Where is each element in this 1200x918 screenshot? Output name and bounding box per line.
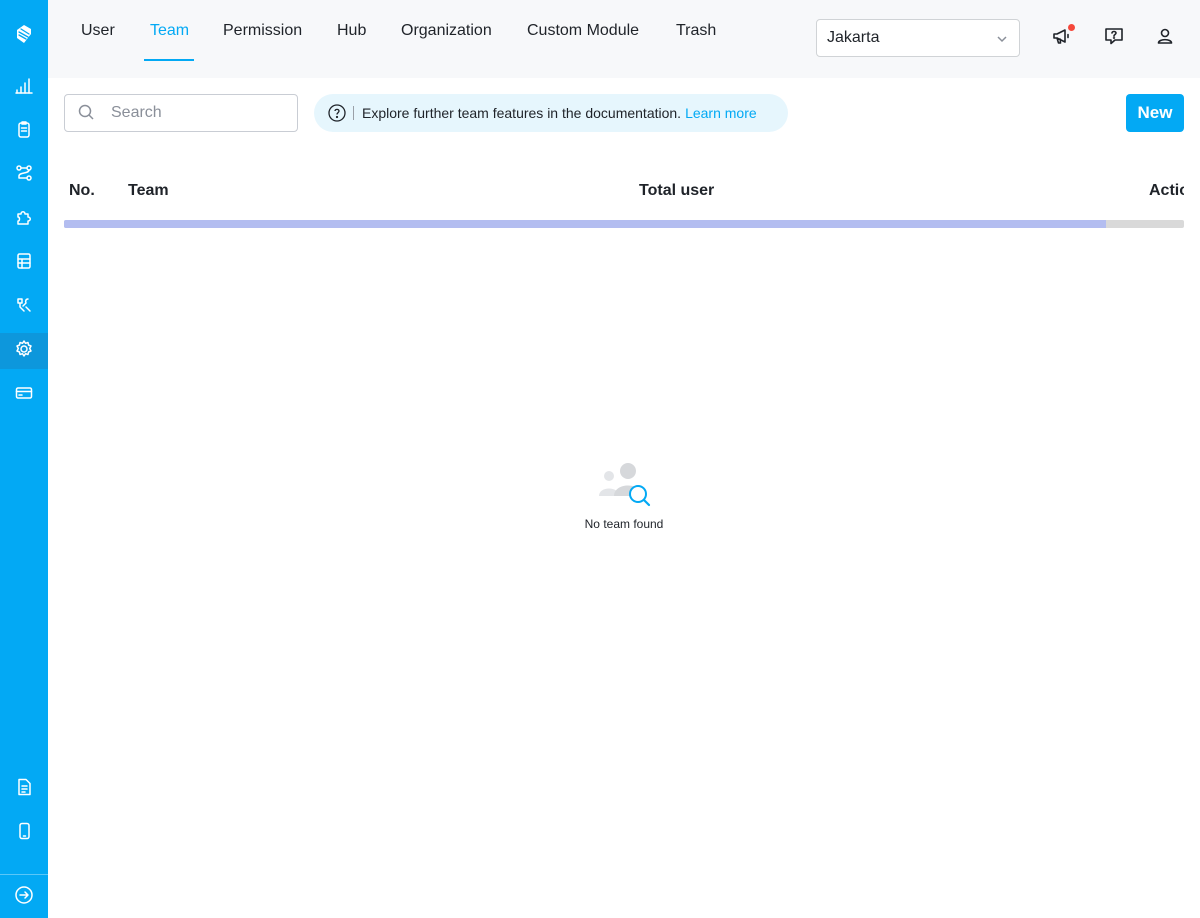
workflow-icon [14,163,34,188]
column-header-total-user: Total user [639,182,715,199]
column-header-no: No. [69,182,95,199]
collapse-arrow-icon [14,885,34,910]
column-header-team: Team [128,182,169,199]
info-separator [353,106,354,120]
clipboard-icon [14,119,34,144]
help-icon [1103,25,1125,52]
sidebar-item-reports[interactable] [0,245,48,281]
mobile-icon [14,821,34,846]
sidebar-item-tasks[interactable] [0,113,48,149]
new-team-button[interactable]: New [1126,94,1184,132]
location-select[interactable]: Jakarta [816,19,1020,57]
sidebar-item-mobile[interactable] [0,815,48,851]
top-bar: User Team Permission Hub Organization Cu… [48,0,1200,78]
sidebar-item-tools[interactable] [0,289,48,325]
empty-state: No team found [574,458,674,531]
announcement-button[interactable] [1050,24,1075,50]
sidebar-item-settings[interactable] [0,333,48,369]
sidebar [0,0,48,918]
location-select-value: Jakarta [827,29,880,46]
info-banner: Explore further team features in the doc… [314,94,788,132]
tab-trash[interactable]: Trash [676,0,716,62]
tab-organization[interactable]: Organization [401,0,492,62]
sidebar-item-workflow[interactable] [0,157,48,193]
search-icon [77,103,97,123]
tab-user[interactable]: User [81,0,115,62]
profile-button[interactable] [1153,26,1177,50]
loading-progress-fill [64,220,1106,228]
question-circle-icon [327,103,347,123]
sidebar-item-integrations[interactable] [0,201,48,237]
user-icon [1154,25,1176,52]
sidebar-divider [0,874,48,875]
puzzle-icon [14,207,34,232]
credit-card-icon [14,383,34,408]
sidebar-item-documentation[interactable] [0,771,48,807]
notification-dot [1068,24,1075,31]
empty-state-message: No team found [584,517,664,531]
sidebar-item-analytics[interactable] [0,70,48,106]
search-box [64,94,298,132]
active-tab-indicator [144,59,194,61]
table-icon [14,251,34,276]
sidebar-item-billing[interactable] [0,377,48,413]
gear-icon [14,339,34,364]
tools-icon [14,295,34,320]
learn-more-link[interactable]: Learn more [685,105,757,121]
sidebar-collapse-button[interactable] [0,879,48,915]
chevron-down-icon [995,32,1009,46]
document-icon [14,777,34,802]
search-input[interactable] [111,104,281,122]
tab-team[interactable]: Team [150,0,189,62]
tab-custom-module[interactable]: Custom Module [527,0,639,62]
loading-progress-bar [64,220,1184,228]
info-text: Explore further team features in the doc… [362,105,682,121]
tab-permission[interactable]: Permission [223,0,302,62]
tab-hub[interactable]: Hub [337,0,366,62]
table-header: No. Team Total user Actio [64,170,1184,220]
logo-icon[interactable] [0,16,48,52]
bar-chart-icon [14,76,34,101]
no-team-illustration-icon [594,463,654,514]
column-header-action: Actio [1149,182,1184,199]
help-button[interactable] [1102,26,1126,50]
